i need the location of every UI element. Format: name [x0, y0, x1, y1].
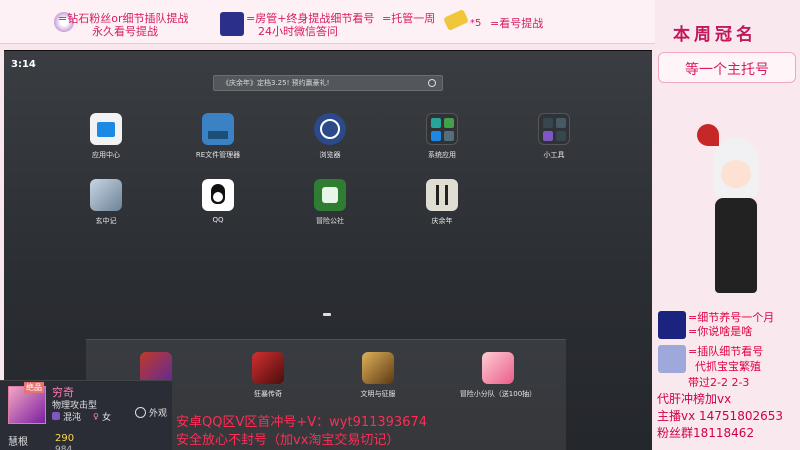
app-label: QQ: [212, 216, 224, 224]
system-apps-icon: [426, 113, 458, 145]
qingyunian-game-icon: [426, 179, 458, 211]
dock-app-civilization[interactable]: 文明与征服: [338, 352, 418, 399]
banner-seg4-count: *5: [470, 18, 482, 29]
pet-badge: 绝品: [24, 382, 44, 393]
appearance-label: 外观: [149, 409, 168, 419]
gender-icon: ♀: [93, 412, 99, 421]
re-file-manager-icon: [202, 113, 234, 145]
app-label: 狂暴传奇: [254, 390, 282, 398]
xuanzhongji-game-icon: [90, 179, 122, 211]
stat-value: 290: [55, 433, 75, 444]
banner-seg4-text: =看号提战: [490, 17, 544, 30]
app-label: 文明与征服: [360, 390, 396, 398]
dock-app-kuangbao[interactable]: 狂暴传奇: [228, 352, 308, 399]
search-bar[interactable]: 《庆余年》定档3.25! 预约赢豪礼!: [213, 75, 443, 91]
dock-app-adventure-squad[interactable]: 冒险小分队（送100抽）: [458, 352, 538, 399]
app-browser[interactable]: 浏览器: [290, 113, 370, 160]
weekly-sponsor-title: 本周冠名: [673, 25, 757, 45]
right-note-4: 代抓宝宝繁殖: [695, 360, 761, 373]
banner-seg2-line2: 24小时微信答问: [258, 25, 338, 38]
ticket-icon: [443, 9, 469, 31]
status-clock: 3:14: [11, 59, 36, 70]
app-adventure-guild[interactable]: 冒险公社: [290, 179, 370, 226]
pet-gender: 女: [102, 413, 112, 423]
pet-trait: 混沌: [63, 413, 82, 423]
right-note-1: =细节养号一个月: [688, 311, 775, 324]
banner-seg3: =托管一周: [382, 12, 436, 25]
app-label: RE文件管理器: [195, 151, 241, 159]
browser-compass-icon: [314, 113, 346, 145]
note-icon-2: [658, 345, 686, 373]
app-label: 玄中记: [95, 217, 117, 225]
right-sidebar: 本周冠名 等一个主托号 =细节养号一个月 =你说啥是啥 =插队细节看号 代抓宝宝…: [655, 0, 800, 450]
app-system-apps[interactable]: 系统应用: [402, 113, 482, 160]
banner-seg1-line1: =钻石粉丝or细节插队提战: [58, 12, 189, 25]
kuangbao-legend-icon: [252, 352, 284, 384]
overlay-ad-line-2: 安全放心不封号（加vx淘宝交易切记）: [176, 433, 400, 448]
right-note-3: =插队细节看号: [688, 345, 764, 358]
moderator-icon: [220, 12, 244, 36]
eye-icon: [135, 407, 146, 418]
stat-label: 慧根: [8, 437, 28, 448]
app-store-icon: [90, 113, 122, 145]
right-contact-2: 主播vx 14751802653: [657, 409, 784, 423]
app-label: 冒险小分队（送100抽）: [459, 390, 537, 398]
app-label: 小工具: [543, 151, 565, 159]
overlay-ad-line-1: 安卓QQ区V区首冲号+V：wyt911393674: [176, 415, 428, 430]
app-label: 冒险公社: [316, 217, 344, 225]
app-label: 应用中心: [92, 151, 120, 159]
search-icon: [428, 79, 436, 87]
right-contact-1: 代肝冲榜加vx: [657, 392, 732, 406]
app-label: 系统应用: [428, 151, 456, 159]
adventure-guild-icon: [314, 179, 346, 211]
appearance-button[interactable]: 外观: [135, 405, 169, 421]
banner-seg1-line2: 永久看号提战: [92, 25, 158, 38]
sponsor-box: 等一个主托号: [658, 52, 796, 83]
sponsor-box-text: 等一个主托号: [685, 62, 769, 78]
app-label: 庆余年: [431, 217, 453, 225]
app-label: 浏览器: [319, 151, 341, 159]
civilization-conquest-icon: [362, 352, 394, 384]
qq-penguin-icon: [202, 179, 234, 211]
app-xuanzhongji[interactable]: 玄中记: [66, 179, 146, 226]
right-contact-3: 粉丝群18118462: [657, 426, 755, 440]
top-banner: =钻石粉丝or细节插队提战 永久看号提战 =房管+终身提战细节看号 24小时微信…: [0, 0, 655, 44]
app-qq[interactable]: QQ: [178, 179, 258, 224]
adventure-squad-icon: [482, 352, 514, 384]
search-hint: 《庆余年》定档3.25! 预约赢豪礼!: [222, 79, 330, 87]
widgets-icon: [538, 113, 570, 145]
app-widgets[interactable]: 小工具: [514, 113, 594, 160]
banner-seg2-line1: =房管+终身提战细节看号: [246, 12, 375, 25]
trait-icon: [52, 412, 60, 420]
note-icon-1: [658, 311, 686, 339]
app-app-center[interactable]: 应用中心: [66, 113, 146, 160]
app-qingyunian[interactable]: 庆余年: [402, 179, 482, 226]
stat2-value: 984: [55, 445, 73, 450]
right-note-5: 带过2-2 2-3: [688, 376, 750, 389]
anime-character-avatar: [685, 120, 785, 305]
page-indicator: [323, 313, 331, 316]
pet-info-card: 绝品 穷奇 物理攻击型 混沌 ♀ 女 外观 慧根 290 984: [0, 380, 172, 450]
app-re-file-manager[interactable]: RE文件管理器: [178, 113, 258, 160]
right-note-2: =你说啥是啥: [688, 325, 753, 338]
